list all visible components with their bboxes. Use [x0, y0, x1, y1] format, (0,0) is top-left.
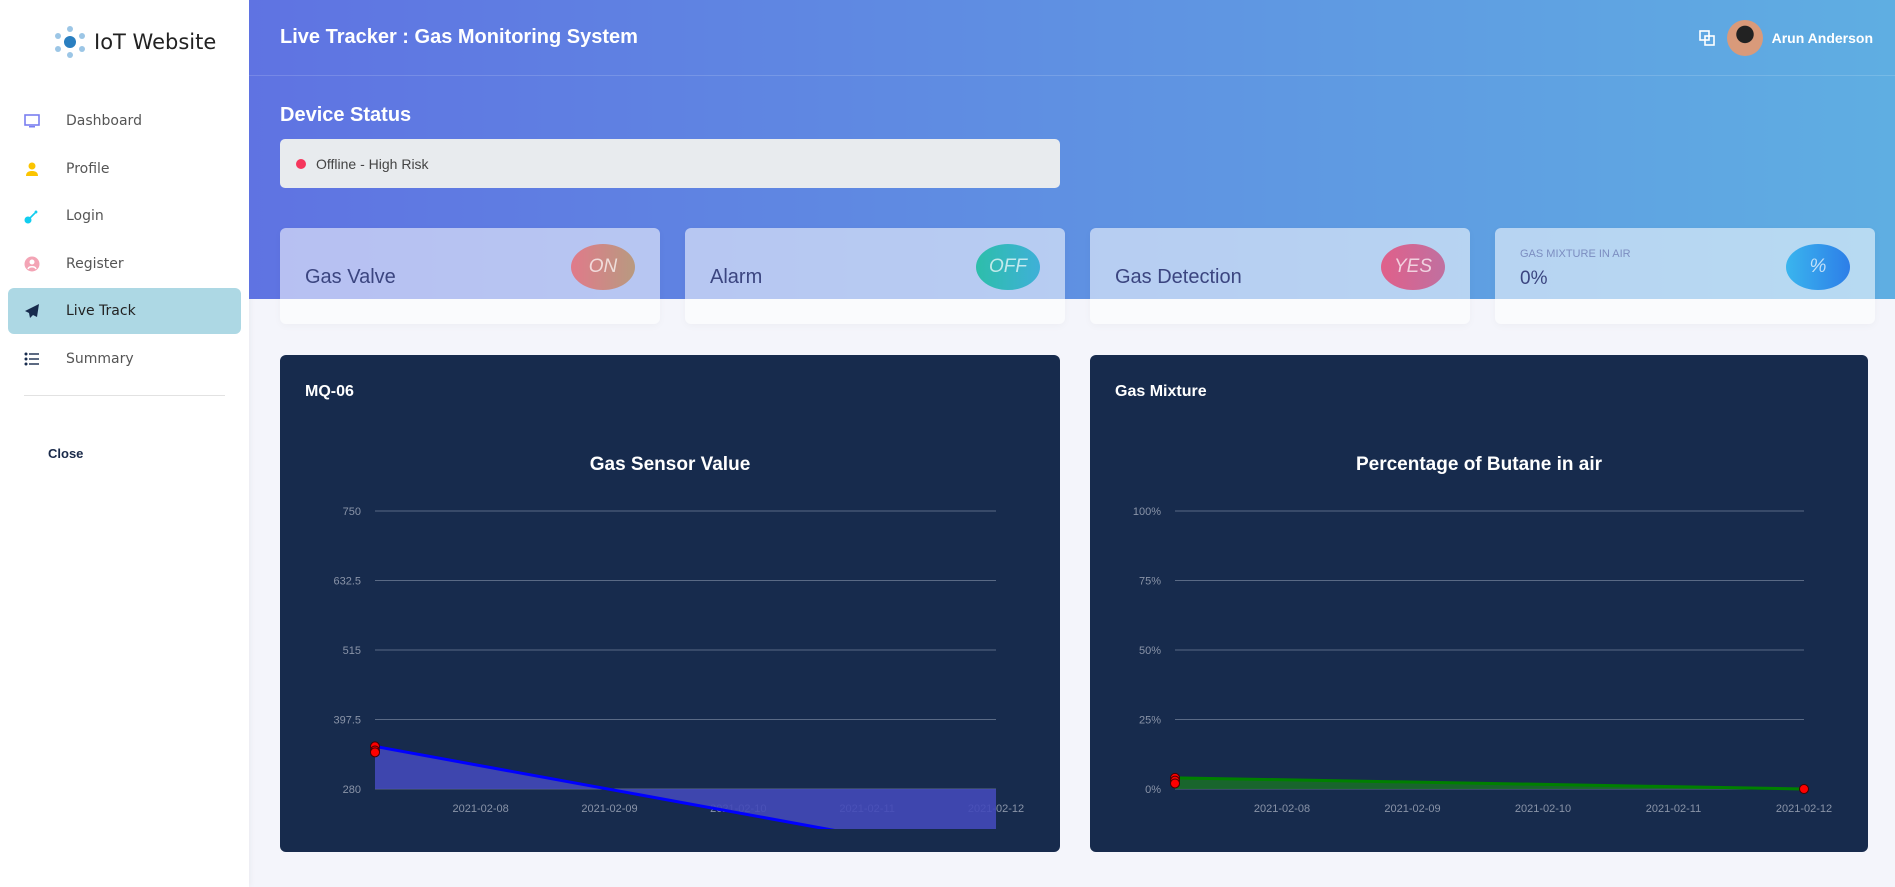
y-tick-label: 0% — [1145, 784, 1161, 796]
status-badge: % — [1786, 244, 1850, 290]
x-tick-label: 2021-02-09 — [1384, 803, 1440, 815]
device-status-heading: Device Status — [280, 104, 412, 126]
card-label: Gas Valve — [305, 266, 396, 288]
y-tick-label: 397.5 — [333, 715, 361, 727]
sidebar-item-label: Profile — [66, 160, 110, 177]
y-tick-label: 50% — [1139, 645, 1161, 657]
x-tick-label: 2021-02-11 — [1646, 803, 1701, 815]
sidebar-item-dashboard[interactable]: Dashboard — [8, 98, 241, 144]
chart-title: Percentage of Butane in air — [1356, 454, 1603, 475]
x-tick-label: 2021-02-08 — [453, 803, 509, 815]
mq06-chart-panel: MQ-06 Gas Sensor Value 750 632.5 515 397.5 28… — [280, 355, 1060, 852]
brand[interactable]: IoT Website — [52, 24, 216, 60]
y-tick-label: 280 — [343, 784, 361, 796]
user-name: Arun Anderson — [1771, 30, 1873, 46]
gas-sensor-chart: Gas Sensor Value 750 632.5 515 397.5 280 2021-… — [333, 454, 1024, 829]
device-status-box: Offline - High Risk — [280, 139, 1060, 188]
copy-icon[interactable] — [1699, 30, 1715, 46]
monitor-icon — [24, 113, 40, 129]
sidebar: IoT Website Dashboard Profile Login Registe… — [0, 0, 249, 887]
card-value: 0% — [1520, 268, 1548, 289]
y-tick-label: 75% — [1139, 576, 1161, 588]
sidebar-item-label: Register — [66, 255, 124, 272]
card-label: Gas Detection — [1115, 266, 1242, 288]
list-icon — [24, 351, 40, 367]
close-button[interactable]: Close — [48, 446, 83, 461]
page-title: Live Tracker : Gas Monitoring System — [280, 26, 638, 48]
y-tick-label: 100% — [1133, 506, 1161, 518]
iot-logo-icon — [55, 26, 85, 58]
status-badge: OFF — [976, 244, 1040, 290]
butane-chart: Percentage of Butane in air 100% 75% 50% 25%… — [1133, 454, 1832, 815]
x-tick-label: 2021-02-08 — [1254, 803, 1310, 815]
y-tick-label: 25% — [1139, 715, 1161, 727]
y-tick-label: 750 — [343, 506, 361, 518]
gas-mixture-chart-panel: Gas Mixture Percentage of Butane in air 1… — [1090, 355, 1868, 852]
card-label: Alarm — [710, 266, 763, 288]
sidebar-item-profile[interactable]: Profile — [8, 146, 241, 192]
sidebar-item-label: Summary — [66, 350, 134, 367]
x-tick-label: 2021-02-12 — [1776, 803, 1832, 815]
data-point — [1799, 784, 1809, 794]
x-tick-label: 2021-02-10 — [1515, 803, 1571, 815]
status-badge: ON — [571, 244, 635, 290]
sidebar-item-login[interactable]: Login — [8, 193, 241, 239]
data-point — [1170, 778, 1180, 789]
sidebar-nav: Dashboard Profile Login Register Live Track S… — [8, 98, 241, 383]
status-card: Alarm OFF — [685, 228, 1065, 324]
brand-name: IoT Website — [94, 30, 217, 54]
sidebar-item-label: Live Track — [66, 303, 136, 319]
user-icon — [24, 161, 40, 177]
user-menu[interactable]: Arun Anderson — [1726, 20, 1873, 56]
user-circle-icon — [24, 256, 40, 272]
status-card: Gas Valve ON — [280, 228, 660, 324]
sidebar-item-summary[interactable]: Summary — [8, 336, 241, 382]
sidebar-item-live-track[interactable]: Live Track — [8, 288, 241, 334]
x-tick-label: 2021-02-09 — [581, 803, 637, 815]
avatar — [1726, 20, 1763, 56]
sidebar-item-register[interactable]: Register — [8, 241, 241, 287]
chart-title: Gas Sensor Value — [590, 454, 751, 475]
sidebar-item-label: Dashboard — [66, 113, 142, 129]
status-card: Gas Detection YES — [1090, 228, 1470, 324]
card-small-label: GAS MIXTURE IN AIR — [1520, 248, 1631, 260]
data-point — [370, 747, 380, 758]
y-tick-label: 632.5 — [333, 576, 361, 588]
status-dot-icon — [296, 158, 306, 169]
y-tick-label: 515 — [343, 645, 361, 657]
status-card: GAS MIXTURE IN AIR 0%% — [1495, 228, 1875, 324]
sidebar-item-label: Login — [66, 208, 104, 224]
status-badge: YES — [1381, 244, 1445, 290]
key-icon — [24, 208, 40, 224]
send-icon — [24, 303, 40, 319]
topbar: Live Tracker : Gas Monitoring System Aru… — [249, 0, 1895, 76]
device-status-text: Offline - High Risk — [316, 155, 429, 172]
divider — [24, 395, 225, 396]
